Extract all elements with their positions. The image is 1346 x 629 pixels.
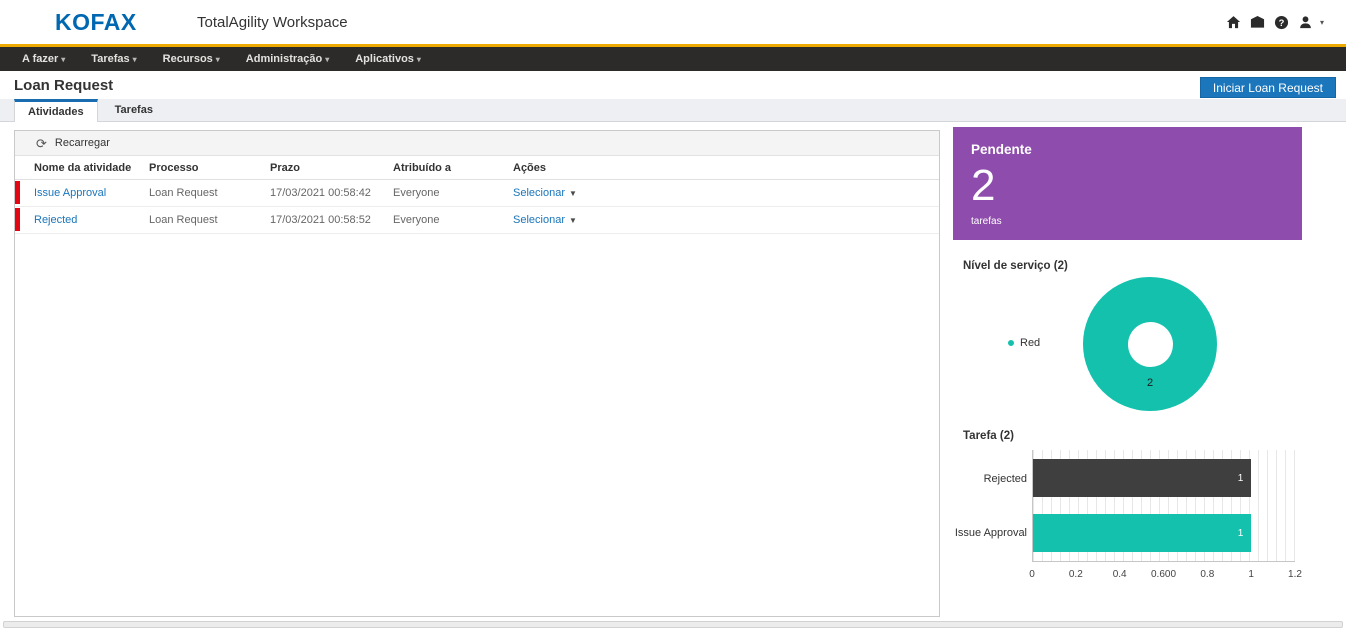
chevron-down-icon: ▾ [216, 55, 220, 64]
donut-legend[interactable]: Red [1008, 337, 1040, 349]
reload-button[interactable]: ⟳ Recarregar [15, 131, 939, 156]
nav-item-administracao[interactable]: Administração▾ [233, 47, 342, 72]
tab-atividades[interactable]: Atividades [14, 99, 98, 122]
reload-label: Recarregar [55, 137, 110, 149]
col-header-due: Prazo [270, 162, 393, 174]
due-cell: 17/03/2021 00:58:52 [270, 214, 393, 226]
chevron-down-icon: ▾ [417, 55, 421, 64]
user-icon[interactable] [1298, 14, 1314, 30]
activity-name-cell: Issue Approval [15, 187, 149, 199]
process-cell: Loan Request [149, 214, 270, 226]
col-header-assigned: Atribuído a [393, 162, 513, 174]
nav-item-label: Administração [246, 53, 322, 65]
tabs: Atividades Tarefas [14, 99, 170, 121]
bar-issue-approval[interactable]: 1 [1033, 514, 1251, 552]
actions-cell: Selecionar ▼ [513, 187, 939, 199]
card-title: Pendente [971, 142, 1284, 157]
footer-bar [3, 621, 1343, 628]
main-nav: A fazer▾ Tarefas▾ Recursos▾ Administraçã… [0, 44, 1346, 71]
bar-rejected[interactable]: 1 [1033, 459, 1251, 497]
x-tick-label: 0.2 [1069, 569, 1083, 580]
card-count: 2 [971, 164, 1284, 208]
table-row: Issue Approval Loan Request 17/03/2021 0… [15, 180, 939, 207]
nav-item-recursos[interactable]: Recursos▾ [150, 47, 233, 72]
x-tick-label: 0.600 [1151, 569, 1176, 580]
activity-link[interactable]: Issue Approval [34, 187, 106, 199]
bar-value-label: 1 [1238, 473, 1244, 484]
home-icon[interactable] [1226, 14, 1242, 30]
select-action-label: Selecionar [513, 214, 565, 226]
header-icons: ? ▾ [1226, 0, 1324, 44]
page-title: Loan Request [14, 77, 113, 94]
chevron-down-icon: ▾ [133, 55, 137, 64]
nav-item-label: A fazer [22, 53, 58, 65]
priority-flag [15, 208, 20, 231]
user-menu-caret-icon[interactable]: ▾ [1320, 18, 1324, 27]
bar-value-label: 1 [1238, 528, 1244, 539]
select-action-dropdown[interactable]: Selecionar [513, 214, 565, 226]
service-level-donut-chart[interactable]: 2 [1083, 277, 1217, 411]
chevron-down-icon: ▾ [61, 55, 65, 64]
tab-tarefas[interactable]: Tarefas [98, 99, 170, 121]
app-title: TotalAgility Workspace [197, 14, 348, 31]
legend-label: Red [1020, 337, 1040, 349]
x-tick-label: 1 [1248, 569, 1254, 580]
nav-item-tarefas[interactable]: Tarefas ▾ [78, 47, 149, 72]
svg-text:?: ? [1279, 17, 1285, 27]
bar-category-label: Rejected [984, 473, 1027, 485]
nav-item-a-fazer[interactable]: A fazer▾ [9, 47, 78, 72]
refresh-icon: ⟳ [36, 137, 47, 150]
start-loan-request-button[interactable]: Iniciar Loan Request [1200, 77, 1336, 98]
col-header-process: Processo [149, 162, 270, 174]
pending-summary-card[interactable]: Pendente 2 tarefas [953, 127, 1302, 240]
help-icon[interactable]: ? [1274, 14, 1290, 30]
nav-item-aplicativos[interactable]: Aplicativos▾ [342, 47, 434, 72]
nav-item-label: Aplicativos [355, 53, 414, 65]
assigned-cell: Everyone [393, 214, 513, 226]
tab-strip: Atividades Tarefas [0, 99, 1346, 122]
chevron-down-icon: ▾ [325, 55, 329, 64]
nav-item-label: Tarefas [91, 53, 129, 65]
assigned-cell: Everyone [393, 187, 513, 199]
donut-hole [1128, 322, 1173, 367]
table-header-row: Nome da atividade Processo Prazo Atribuí… [15, 156, 939, 180]
top-header: KOFAX TotalAgility Workspace ? ▾ [0, 0, 1346, 44]
dropdown-caret-icon[interactable]: ▼ [569, 216, 577, 225]
process-cell: Loan Request [149, 187, 270, 199]
priority-flag [15, 181, 20, 204]
task-chart-title: Tarefa (2) [963, 430, 1014, 442]
actions-cell: Selecionar ▼ [513, 214, 939, 226]
x-tick-label: 0.4 [1113, 569, 1127, 580]
col-header-actions: Ações [513, 162, 939, 174]
service-level-chart-title: Nível de serviço (2) [963, 260, 1068, 272]
activities-panel: ⟳ Recarregar Nome da atividade Processo … [14, 130, 940, 617]
select-action-label: Selecionar [513, 187, 565, 199]
app-window: KOFAX TotalAgility Workspace ? ▾ A fazer… [0, 0, 1346, 629]
select-action-dropdown[interactable]: Selecionar [513, 187, 565, 199]
x-tick-label: 0.8 [1200, 569, 1214, 580]
kofax-logo: KOFAX [55, 9, 137, 36]
x-tick-label: 0 [1029, 569, 1035, 580]
legend-marker-icon [1008, 340, 1014, 346]
dropdown-caret-icon[interactable]: ▼ [569, 189, 577, 198]
activity-name-cell: Rejected [15, 214, 149, 226]
table-row: Rejected Loan Request 17/03/2021 00:58:5… [15, 207, 939, 234]
mail-icon[interactable] [1250, 14, 1266, 30]
donut-value-label: 2 [1147, 377, 1153, 389]
x-tick-label: 1.2 [1288, 569, 1302, 580]
activity-link[interactable]: Rejected [34, 214, 77, 226]
due-cell: 17/03/2021 00:58:42 [270, 187, 393, 199]
bar-category-label: Issue Approval [955, 527, 1027, 539]
nav-item-label: Recursos [163, 53, 213, 65]
x-axis-ticks: 0 0.2 0.4 0.600 0.8 1 1.2 [1032, 569, 1295, 581]
col-header-name: Nome da atividade [15, 162, 149, 174]
task-bar-chart-plot: 1 1 [1032, 450, 1295, 562]
card-unit: tarefas [971, 216, 1284, 227]
